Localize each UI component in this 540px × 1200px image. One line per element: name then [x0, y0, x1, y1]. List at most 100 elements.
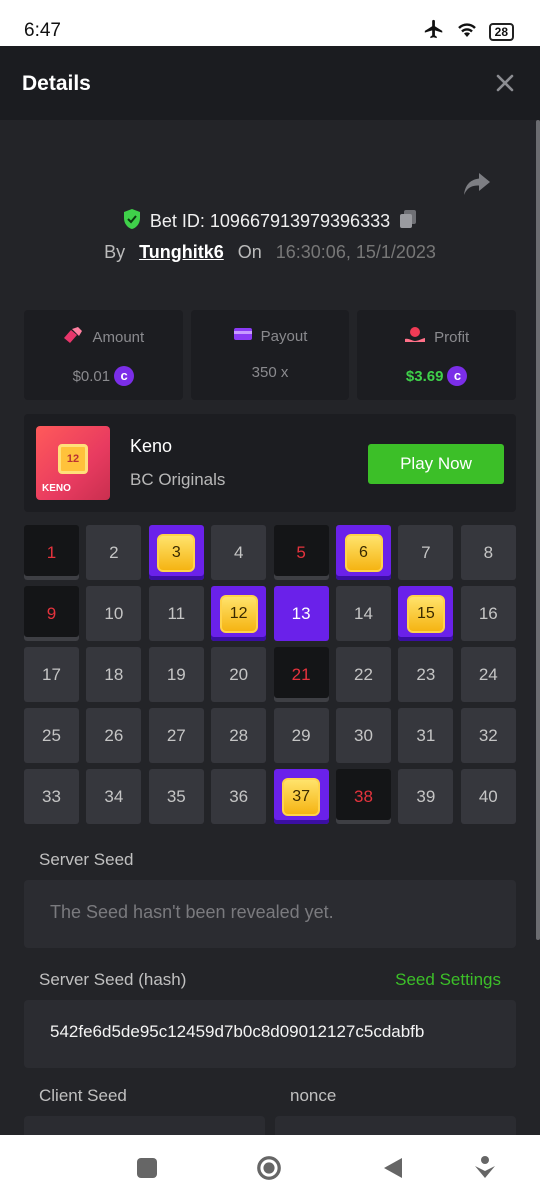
- copy-button[interactable]: [398, 208, 418, 235]
- keno-cell: 10: [86, 586, 142, 641]
- bet-id-row: Bet ID: 109667913979396333: [0, 208, 540, 235]
- keno-cell-number: 27: [166, 725, 186, 745]
- keno-cell-number: 1: [46, 542, 57, 562]
- payout-label: Payout: [260, 327, 308, 345]
- keno-cell: 8: [460, 525, 516, 580]
- keno-cell-number: 36: [229, 786, 249, 806]
- client-seed-field[interactable]: [24, 1116, 265, 1135]
- keno-cell: 1: [24, 525, 79, 580]
- keno-cell: 13: [273, 586, 329, 641]
- profit-stat: Profit $3.69 c: [357, 310, 517, 400]
- seed-settings-link[interactable]: Seed Settings: [395, 970, 501, 990]
- keno-cell-number: 19: [166, 664, 186, 684]
- close-icon: [496, 74, 514, 92]
- keno-cell: 21: [273, 647, 329, 702]
- server-seed-value: The Seed hasn't been revealed yet.: [50, 902, 334, 922]
- scrollbar[interactable]: [536, 120, 540, 940]
- payout-stat: Payout 350 x: [190, 310, 350, 400]
- payout-icon: [233, 326, 253, 346]
- square-icon: [137, 1158, 157, 1178]
- keno-cell: 17: [24, 647, 79, 702]
- triangle-back-icon: [384, 1158, 402, 1178]
- bc-coin-icon: c: [114, 366, 135, 386]
- keno-cell: 29: [273, 708, 329, 763]
- keno-cell-number: 20: [229, 664, 249, 684]
- keno-cell-number: 2: [109, 542, 119, 562]
- server-seed-hash-field[interactable]: 542fe6d5de95c12459d7b0c8d09012127c5cdabf…: [24, 1000, 516, 1068]
- keno-cell: 18: [86, 647, 142, 702]
- recents-button[interactable]: [134, 1155, 160, 1181]
- share-button[interactable]: [462, 170, 492, 198]
- keno-cell-number: 31: [416, 725, 436, 745]
- keno-cell-number: 29: [291, 725, 311, 745]
- game-provider: BC Originals: [130, 470, 226, 489]
- bettor-row: By Tunghitk6 On 16:30:06, 15/1/2023: [0, 242, 540, 263]
- keno-cell-number: 21: [291, 664, 311, 684]
- keno-cell: 22: [336, 647, 391, 702]
- keno-cell-number: 18: [104, 664, 124, 684]
- keno-cell: 11: [148, 586, 204, 641]
- keno-cell-number: 34: [104, 786, 124, 806]
- share-icon: [464, 173, 490, 195]
- keno-cell-number: 33: [42, 786, 61, 806]
- amount-icon: [62, 326, 84, 348]
- status-icons: 28: [423, 18, 514, 45]
- keno-cell-number: 26: [104, 725, 124, 745]
- keno-cell-number: 23: [416, 664, 436, 684]
- nonce-field[interactable]: [275, 1116, 516, 1135]
- keno-cell-number: 11: [167, 603, 186, 623]
- keno-cell: 30: [336, 708, 391, 763]
- play-now-button[interactable]: Play Now: [368, 444, 504, 484]
- circle-icon: [257, 1156, 281, 1180]
- bet-datetime: 16:30:06, 15/1/2023: [275, 242, 436, 262]
- keno-thumb-label: KENO: [42, 483, 71, 494]
- bet-stats: Amount $0.01 c Payout 350 x Profit $3.69…: [24, 310, 517, 400]
- keno-cell: 16: [460, 586, 516, 641]
- keno-cell: 39: [398, 769, 454, 824]
- gem-hit-number: 6: [344, 533, 383, 572]
- keno-cell-number: 25: [42, 725, 61, 745]
- username-link[interactable]: Tunghitk6: [139, 242, 224, 263]
- keno-cell: 2: [86, 525, 142, 580]
- keno-cell: 35: [148, 769, 204, 824]
- game-card: 12 KENO Keno BC Originals Play Now: [24, 414, 516, 512]
- keno-cell: 32: [460, 708, 516, 763]
- keno-cell: 40: [460, 769, 516, 824]
- back-button[interactable]: [380, 1155, 406, 1181]
- keno-cell: 26: [86, 708, 142, 763]
- gem-hit-number: 3: [157, 533, 196, 572]
- keno-cell: 27: [148, 708, 204, 763]
- keno-cell-number: 16: [478, 603, 498, 623]
- keno-cell-number: 24: [478, 664, 498, 684]
- keno-game-thumbnail[interactable]: 12 KENO: [36, 426, 110, 500]
- assistant-icon: [475, 1156, 495, 1178]
- status-bar: 6:47 28: [0, 0, 540, 46]
- keno-cell: 37: [273, 769, 329, 824]
- keno-cell-number: 13: [291, 603, 311, 623]
- home-button[interactable]: [256, 1155, 282, 1181]
- profit-value: $3.69: [405, 367, 444, 385]
- assistant-button[interactable]: [472, 1155, 498, 1181]
- keno-cell-number: 40: [478, 786, 498, 806]
- keno-cell-number: 30: [354, 725, 373, 745]
- keno-cell: 33: [24, 769, 79, 824]
- keno-cell-number: 17: [42, 664, 61, 684]
- keno-cell-number: 5: [296, 542, 306, 562]
- keno-cell: 19: [148, 647, 204, 702]
- details-content: Bet ID: 109667913979396333 By Tunghitk6 …: [0, 120, 540, 1135]
- status-time: 6:47: [24, 20, 61, 41]
- server-seed-hash-label: Server Seed (hash): [39, 970, 187, 989]
- keno-cell-number: 22: [354, 664, 373, 684]
- profit-label: Profit: [434, 328, 470, 346]
- keno-cell-number: 10: [104, 603, 124, 623]
- client-seed-label: Client Seed: [39, 1086, 127, 1105]
- keno-cell: 23: [398, 647, 454, 702]
- keno-cell: 25: [24, 708, 79, 763]
- keno-cell: 28: [211, 708, 267, 763]
- bet-id: Bet ID: 109667913979396333: [149, 211, 391, 231]
- keno-cell-number: 39: [416, 786, 436, 806]
- close-button[interactable]: [494, 72, 516, 94]
- wifi-icon: [455, 19, 479, 44]
- keno-cell: 9: [24, 586, 79, 641]
- page-title: Details: [22, 72, 91, 95]
